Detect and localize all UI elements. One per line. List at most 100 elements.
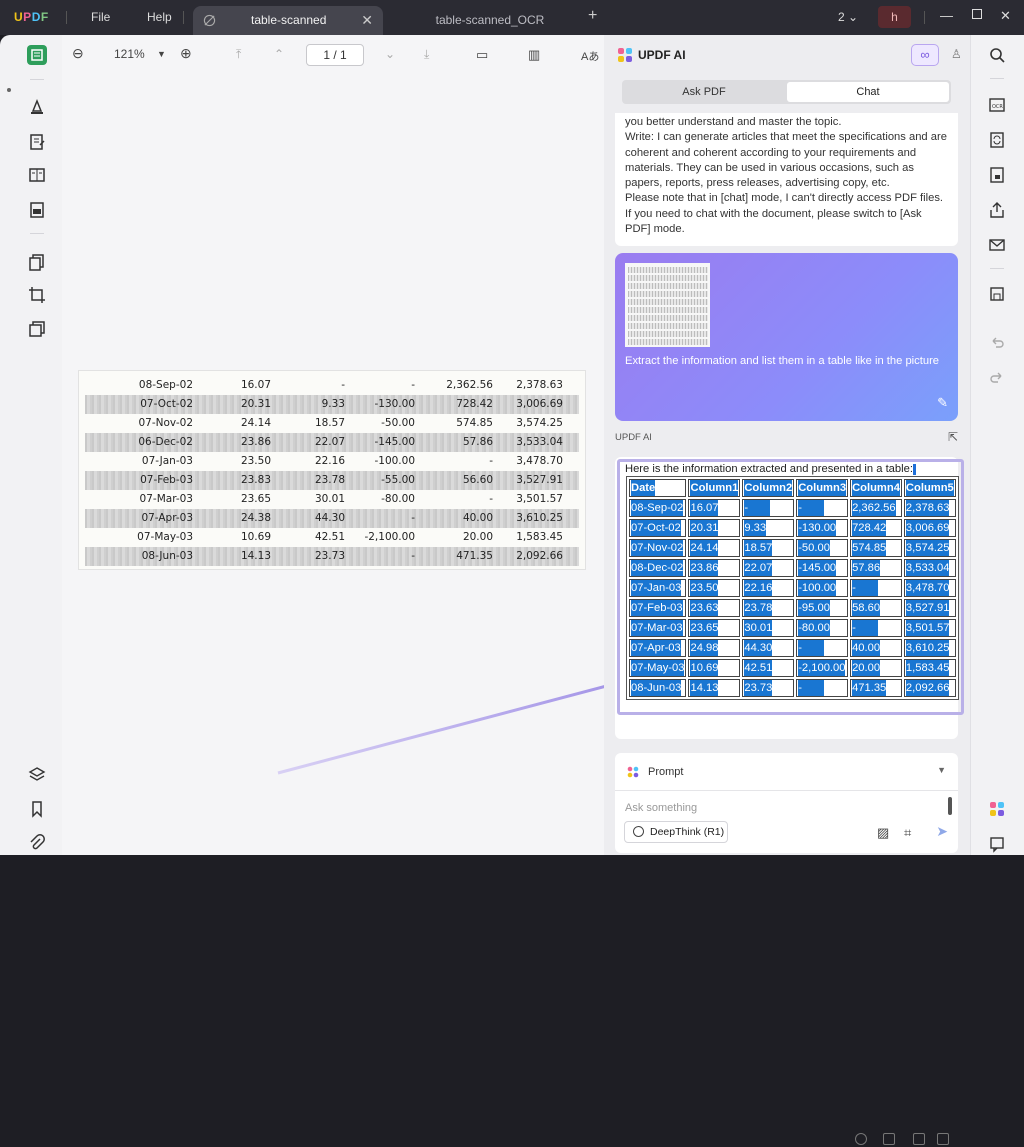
tab-chat[interactable]: Chat: [787, 82, 949, 102]
attached-image-thumbnail[interactable]: [625, 263, 710, 347]
table-cell-text: 30.01: [744, 620, 773, 636]
maximize-icon[interactable]: [972, 9, 982, 19]
new-tab-icon[interactable]: +: [588, 7, 597, 25]
table-cell: 24.98: [688, 639, 741, 657]
last-page-icon[interactable]: ⤓: [424, 47, 429, 62]
table-cell: 23.73: [742, 679, 795, 697]
scan-cell: 23.78: [314, 474, 345, 486]
scan-cell: 3,574.25: [516, 417, 563, 429]
page-layout-icon[interactable]: [27, 165, 47, 185]
first-page-icon[interactable]: ⤒: [236, 47, 241, 62]
table-row: 07-Oct-02 20.31 9.33 -130.00 728.42 3,006.69: [629, 519, 956, 537]
table-cell: 42.51: [742, 659, 795, 677]
edit-pdf-icon[interactable]: [27, 132, 47, 152]
table-cell: 07-Feb-03: [629, 599, 687, 617]
ask-input[interactable]: [625, 799, 925, 817]
email-icon[interactable]: [988, 236, 1006, 254]
table-cell: -50.00: [796, 539, 849, 557]
table-header-cell: Column5: [903, 479, 956, 497]
comment-icon[interactable]: [988, 835, 1006, 853]
zoom-out-icon[interactable]: ⊖: [72, 45, 84, 62]
scrollbar[interactable]: [948, 797, 952, 815]
copy-icon[interactable]: [883, 1133, 895, 1145]
updf-ai-icon[interactable]: [988, 800, 1006, 818]
table-cell-text: 08-Sep-02: [631, 500, 684, 516]
table-cell-text: -: [798, 500, 824, 516]
prev-page-icon[interactable]: ⌃: [274, 47, 284, 61]
scan-cell: -: [411, 379, 415, 391]
save-icon[interactable]: [988, 285, 1006, 303]
unlimited-badge[interactable]: ∞: [911, 44, 939, 66]
menu-help[interactable]: Help: [147, 10, 172, 24]
scan-cell: -: [489, 493, 493, 505]
edit-icon[interactable]: ✎: [937, 395, 948, 411]
table-cell-text: 728.42: [852, 520, 887, 536]
thumbs-up-icon[interactable]: [913, 1133, 925, 1145]
window-count[interactable]: 2 ⌄: [838, 10, 858, 24]
send-icon[interactable]: ➤: [936, 823, 948, 840]
share-icon[interactable]: [988, 201, 1006, 219]
zoom-level[interactable]: 121%: [114, 47, 145, 61]
scan-cell: 20.00: [462, 531, 493, 543]
table-cell: 3,527.91: [903, 599, 956, 617]
zoom-dropdown-icon[interactable]: ▼: [157, 49, 166, 59]
attachment-icon[interactable]: [27, 833, 47, 853]
table-header-text: Column2: [744, 480, 793, 496]
scan-cell: 2,378.63: [516, 379, 563, 391]
highlighter-icon[interactable]: [27, 97, 47, 117]
crop-icon[interactable]: [27, 285, 47, 305]
tab-table-scanned-ocr[interactable]: table-scanned_OCR: [395, 6, 585, 35]
thumbs-down-icon[interactable]: [937, 1133, 949, 1145]
tab-table-scanned[interactable]: table-scanned ✕: [193, 6, 383, 35]
scan-cell: 3,501.57: [516, 493, 563, 505]
avatar[interactable]: h: [878, 6, 911, 28]
redo-icon[interactable]: [988, 370, 1006, 388]
batch-icon[interactable]: [27, 319, 47, 339]
organize-pages-icon[interactable]: [27, 252, 47, 272]
menu-file[interactable]: File: [91, 10, 110, 24]
close-tab-icon[interactable]: ✕: [361, 6, 373, 35]
reader-icon[interactable]: [27, 45, 47, 65]
search-icon[interactable]: [988, 46, 1006, 64]
image-upload-icon[interactable]: ▨: [877, 825, 889, 841]
ocr-icon[interactable]: OCR: [988, 96, 1006, 114]
table-header-row: Date Column1 Column2 Column3 Column4 Column5: [629, 479, 956, 497]
layers-icon[interactable]: [27, 765, 47, 785]
screenshot-icon[interactable]: ⌗: [904, 825, 911, 841]
undo-icon[interactable]: [988, 335, 1006, 353]
scan-cell: 471.35: [456, 550, 493, 562]
presentation-icon[interactable]: ▭: [476, 47, 488, 63]
translate-icon[interactable]: Aあ: [581, 48, 599, 64]
scan-cell: 06-Dec-02: [138, 436, 193, 448]
next-page-icon[interactable]: ⌄: [385, 47, 395, 61]
close-window-icon[interactable]: ✕: [1000, 8, 1011, 24]
scan-cell: -50.00: [381, 417, 415, 429]
form-icon[interactable]: [27, 200, 47, 220]
deepthink-toggle[interactable]: DeepThink (R1): [624, 821, 728, 843]
minimize-icon[interactable]: —: [940, 8, 953, 23]
open-external-icon[interactable]: ⇱: [948, 430, 958, 444]
convert-icon[interactable]: [988, 131, 1006, 149]
prompt-selector[interactable]: Prompt ▼: [615, 753, 958, 791]
table-header-text: Column1: [690, 480, 739, 496]
ai-panel: UPDF AI ∞ ♙ Ask PDF Chat you better unde…: [604, 35, 970, 1145]
scan-cell: 23.73: [314, 550, 345, 562]
scan-cell: 3,533.04: [516, 436, 563, 448]
table-header-cell: Column2: [742, 479, 795, 497]
tab-ask-pdf[interactable]: Ask PDF: [622, 80, 786, 104]
table-cell: 20.31: [688, 519, 741, 537]
updf-logo: UPDF: [14, 10, 49, 24]
bookmark-icon[interactable]: [27, 799, 47, 819]
scan-cell: 2,092.66: [516, 550, 563, 562]
page-number-field[interactable]: 1 / 1: [306, 44, 364, 66]
regenerate-icon[interactable]: [855, 1133, 867, 1145]
scan-cell: 18.57: [314, 417, 345, 429]
document-viewer: ⊖ 121% ▼ ⊕ ⤒ ⌃ 1 / 1 ⌄ ⤓ ▭ ▥ Aあ 08-Sep-0…: [62, 35, 671, 855]
table-cell: -: [742, 499, 795, 517]
zoom-in-icon[interactable]: ⊕: [180, 45, 192, 62]
table-cell-text: 22.16: [744, 580, 773, 596]
scan-cell: 30.01: [314, 493, 345, 505]
protect-icon[interactable]: [988, 166, 1006, 184]
page-display-icon[interactable]: ▥: [528, 47, 540, 63]
delete-icon[interactable]: ♙: [951, 47, 962, 61]
